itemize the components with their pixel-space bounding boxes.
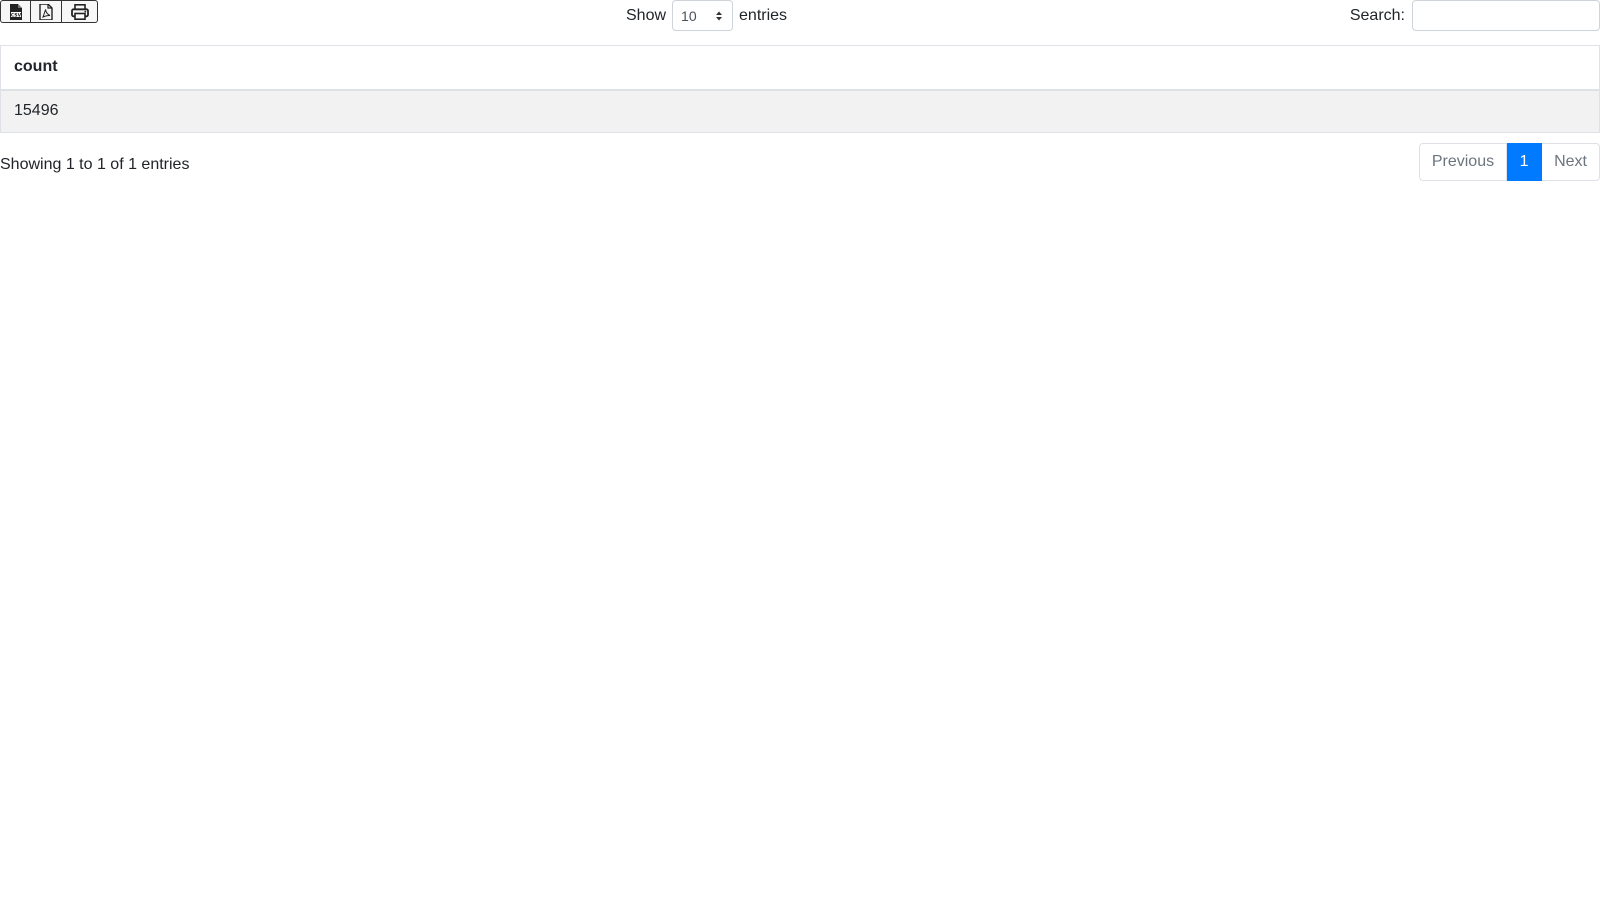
search-input[interactable]: [1412, 0, 1600, 31]
page-length-value: 10: [681, 7, 697, 24]
table-row: 15496: [0, 89, 1600, 133]
previous-page-button[interactable]: Previous: [1418, 143, 1508, 181]
pagination: Previous 1 Next: [1418, 143, 1600, 181]
print-button[interactable]: [62, 0, 98, 23]
search-control: Search:: [1350, 0, 1600, 31]
export-button-group: CSV: [0, 0, 98, 23]
page-length-control: Show 10 entries: [626, 0, 787, 31]
table-info-text: Showing 1 to 1 of 1 entries: [0, 156, 190, 173]
search-label: Search:: [1349, 6, 1405, 24]
select-arrows-icon: [716, 11, 723, 21]
export-csv-button[interactable]: CSV: [0, 0, 31, 23]
page-length-select[interactable]: 10: [672, 0, 734, 31]
table-cell: 15496: [0, 89, 1600, 133]
csv-file-icon: CSV: [9, 3, 22, 20]
column-header-count[interactable]: count: [0, 45, 1600, 91]
data-table: count 15496: [0, 45, 1600, 133]
svg-text:CSV: CSV: [10, 12, 21, 18]
show-label: Show: [626, 6, 667, 24]
pdf-file-icon: [39, 3, 53, 20]
page-1-button[interactable]: 1: [1507, 143, 1543, 181]
printer-icon: [70, 3, 89, 20]
export-pdf-button[interactable]: [31, 0, 62, 23]
next-page-button[interactable]: Next: [1542, 143, 1600, 181]
datatable-page: CSV Show 10 entries Search: count 15496 …: [0, 0, 1600, 900]
table-header-row: count: [0, 45, 1600, 91]
entries-label: entries: [739, 6, 788, 24]
